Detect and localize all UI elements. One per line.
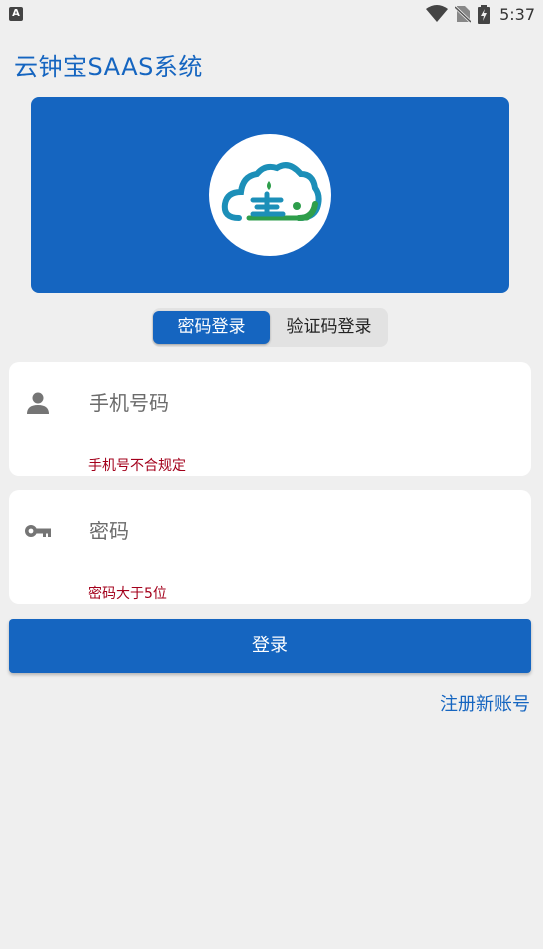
phone-input[interactable] bbox=[87, 382, 511, 424]
password-input[interactable] bbox=[87, 510, 511, 552]
tab-password-login[interactable]: 密码登录 bbox=[153, 311, 270, 344]
status-bar: A 5:37 bbox=[0, 0, 543, 28]
phone-field-card: 手机号不合规定 bbox=[9, 362, 531, 476]
no-sim-icon bbox=[455, 5, 472, 23]
app-badge-icon: A bbox=[9, 7, 23, 21]
phone-error-text: 手机号不合规定 bbox=[88, 458, 186, 474]
logo-banner bbox=[31, 97, 509, 293]
register-link[interactable]: 注册新账号 bbox=[440, 690, 530, 716]
cloud-logo-icon bbox=[221, 162, 322, 221]
tab-code-login[interactable]: 验证码登录 bbox=[272, 311, 386, 344]
status-time: 5:37 bbox=[499, 4, 535, 24]
person-icon bbox=[27, 392, 49, 414]
app-title: 云钟宝SAAS系统 bbox=[14, 53, 203, 81]
login-button[interactable]: 登录 bbox=[9, 619, 531, 673]
password-field-card: 密码大于5位 bbox=[9, 490, 531, 604]
key-icon bbox=[25, 525, 51, 537]
battery-charging-icon bbox=[478, 4, 491, 24]
wifi-icon bbox=[426, 5, 449, 22]
login-mode-tabs: 密码登录 验证码登录 bbox=[152, 308, 388, 347]
password-error-text: 密码大于5位 bbox=[88, 586, 167, 602]
logo-circle bbox=[209, 134, 331, 256]
